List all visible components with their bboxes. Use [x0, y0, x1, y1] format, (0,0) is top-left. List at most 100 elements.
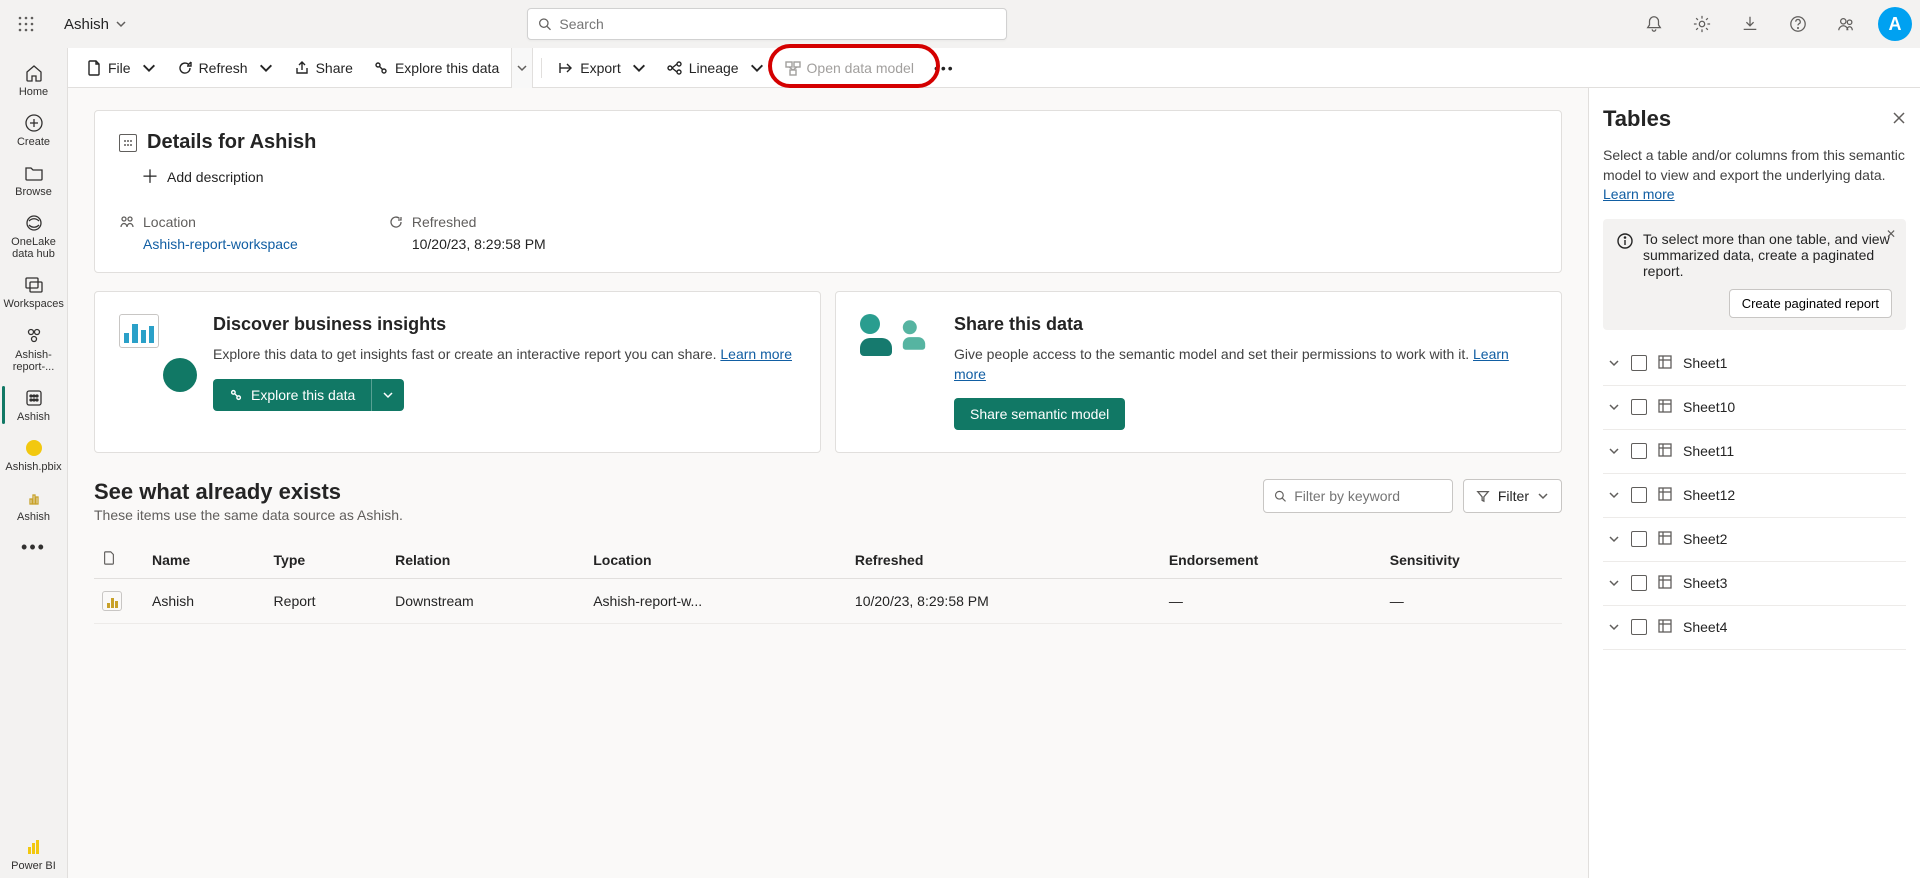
table-list-item[interactable]: Sheet10: [1603, 386, 1906, 430]
share-semantic-model-button[interactable]: Share semantic model: [954, 398, 1125, 430]
nav-home[interactable]: Home: [2, 56, 66, 104]
search-input[interactable]: [559, 16, 996, 32]
file-button[interactable]: File: [78, 54, 165, 82]
refresh-small-icon: [388, 214, 404, 230]
nav-ashish-report[interactable]: Ashish-report-...: [2, 319, 66, 379]
data-model-icon: [785, 60, 801, 76]
table-list-item[interactable]: Sheet11: [1603, 430, 1906, 474]
table-icon: [1657, 354, 1673, 373]
expand-chevron[interactable]: [1607, 577, 1621, 589]
account-manager-button[interactable]: [1826, 4, 1866, 44]
nav-ashish-report2[interactable]: Ashish: [2, 481, 66, 529]
share-button[interactable]: Share: [286, 54, 361, 82]
close-tables-panel[interactable]: [1892, 111, 1906, 128]
app-launcher-button[interactable]: [8, 6, 44, 42]
create-icon: [24, 113, 44, 133]
gear-icon: [1693, 15, 1711, 33]
filter-button[interactable]: Filter: [1463, 479, 1562, 513]
exists-title: See what already exists: [94, 479, 403, 505]
dismiss-info[interactable]: ✕: [1886, 227, 1896, 241]
col-endorsement[interactable]: Endorsement: [1161, 541, 1382, 579]
nav-more[interactable]: •••: [2, 531, 66, 564]
explore-dropdown[interactable]: [511, 48, 533, 88]
lineage-button[interactable]: Lineage: [659, 54, 773, 82]
explore-icon: [373, 60, 389, 76]
cell-name: Ashish: [144, 579, 266, 624]
tables-learn-more[interactable]: Learn more: [1603, 186, 1675, 202]
col-relation[interactable]: Relation: [387, 541, 585, 579]
cell-relation: Downstream: [387, 579, 585, 624]
expand-chevron[interactable]: [1607, 621, 1621, 633]
expand-chevron[interactable]: [1607, 445, 1621, 457]
table-checkbox[interactable]: [1631, 443, 1647, 459]
user-avatar[interactable]: A: [1878, 7, 1912, 41]
chevron-down-icon: [1608, 445, 1620, 457]
col-refreshed[interactable]: Refreshed: [847, 541, 1161, 579]
table-checkbox[interactable]: [1631, 619, 1647, 635]
chevron-down-icon: [631, 60, 647, 76]
table-checkbox[interactable]: [1631, 575, 1647, 591]
settings-button[interactable]: [1682, 4, 1722, 44]
table-list-item[interactable]: Sheet4: [1603, 606, 1906, 650]
explore-data-button[interactable]: Explore this data: [365, 54, 507, 82]
table-list-item[interactable]: Sheet2: [1603, 518, 1906, 562]
nav-workspaces[interactable]: Workspaces: [2, 268, 66, 316]
refresh-button[interactable]: Refresh: [169, 54, 282, 82]
table-icon: [1657, 486, 1673, 505]
filter-keyword-input[interactable]: [1294, 488, 1442, 504]
col-sensitivity[interactable]: Sensitivity: [1382, 541, 1562, 579]
onelake-icon: [24, 213, 44, 233]
col-name[interactable]: Name: [144, 541, 266, 579]
explore-this-data-button[interactable]: Explore this data: [213, 379, 371, 411]
nav-ashish-dataset[interactable]: Ashish: [2, 381, 66, 429]
discover-insights-card: Discover business insights Explore this …: [94, 291, 821, 453]
table-name: Sheet2: [1683, 531, 1727, 547]
expand-chevron[interactable]: [1607, 401, 1621, 413]
table-checkbox[interactable]: [1631, 531, 1647, 547]
nav-create[interactable]: Create: [2, 106, 66, 154]
refreshed-meta: Refreshed 10/20/23, 8:29:58 PM: [388, 214, 546, 252]
table-checkbox[interactable]: [1631, 487, 1647, 503]
global-search[interactable]: [527, 8, 1007, 40]
expand-chevron[interactable]: [1607, 357, 1621, 369]
table-row[interactable]: Ashish Report Downstream Ashish-report-w…: [94, 579, 1562, 624]
filter-keyword-input-wrap[interactable]: [1263, 479, 1453, 513]
share-illustration: [860, 314, 932, 386]
expand-chevron[interactable]: [1607, 533, 1621, 545]
location-link[interactable]: Ashish-report-workspace: [143, 236, 298, 252]
create-paginated-report-button[interactable]: Create paginated report: [1729, 289, 1892, 318]
more-options-button[interactable]: •••: [926, 54, 963, 82]
command-bar: File Refresh Share Explore this data Exp…: [68, 48, 1920, 88]
export-button[interactable]: Export: [550, 54, 654, 82]
download-button[interactable]: [1730, 4, 1770, 44]
table-list-item[interactable]: Sheet1: [1603, 342, 1906, 386]
col-type[interactable]: Type: [266, 541, 388, 579]
col-location[interactable]: Location: [585, 541, 847, 579]
promo1-learn-more[interactable]: Learn more: [720, 346, 792, 362]
cell-endorsement: —: [1161, 579, 1382, 624]
info-icon: [1617, 233, 1633, 249]
add-description-button[interactable]: ＋ Add description: [141, 168, 1537, 186]
main-content: Details for Ashish ＋ Add description Loc…: [68, 88, 1588, 878]
nav-onelake[interactable]: OneLake data hub: [2, 206, 66, 266]
table-name: Sheet3: [1683, 575, 1727, 591]
workspaces-icon: [24, 275, 44, 295]
cell-sensitivity: —: [1382, 579, 1562, 624]
workspace-switcher[interactable]: Ashish: [56, 10, 135, 39]
table-list-item[interactable]: Sheet12: [1603, 474, 1906, 518]
explore-split-dropdown[interactable]: [371, 379, 404, 411]
bell-icon: [1645, 15, 1663, 33]
details-title: Details for Ashish: [147, 131, 316, 154]
pbix-icon: [24, 438, 44, 458]
nav-ashish-pbix[interactable]: Ashish.pbix: [2, 431, 66, 479]
table-checkbox[interactable]: [1631, 399, 1647, 415]
table-list-item[interactable]: Sheet3: [1603, 562, 1906, 606]
notifications-button[interactable]: [1634, 4, 1674, 44]
chevron-down-icon: [1608, 533, 1620, 545]
nav-browse[interactable]: Browse: [2, 156, 66, 204]
nav-powerbi[interactable]: Power BI: [2, 830, 66, 878]
expand-chevron[interactable]: [1607, 489, 1621, 501]
table-checkbox[interactable]: [1631, 355, 1647, 371]
lineage-icon: [667, 60, 683, 76]
help-button[interactable]: [1778, 4, 1818, 44]
